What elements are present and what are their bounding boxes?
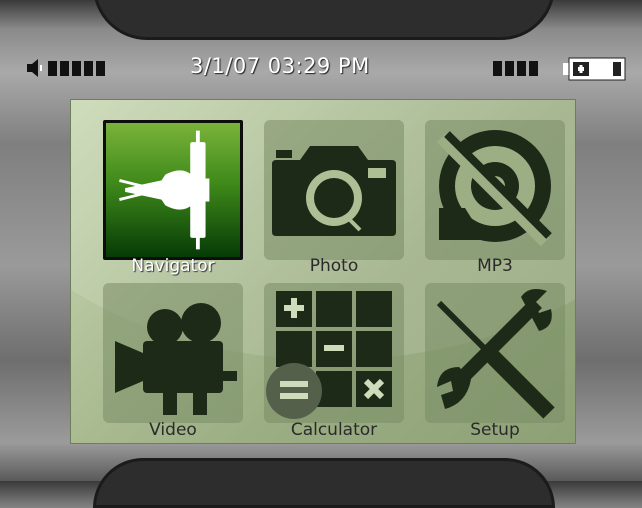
label-calculator: Calculator xyxy=(290,420,378,440)
menu-item-mp3[interactable] xyxy=(425,120,565,260)
battery-icon xyxy=(563,57,626,81)
signal-level xyxy=(493,61,538,76)
label-mp3: MP3 xyxy=(477,256,513,276)
satellite-dish-icon xyxy=(119,130,210,250)
speaker-icon xyxy=(27,59,42,77)
label-navigator: Navigator xyxy=(131,256,215,276)
label-video: Video xyxy=(149,420,197,440)
main-menu-screen: Navigator Photo MP3 Video Calculator Set… xyxy=(70,99,576,444)
label-setup: Setup xyxy=(470,420,520,440)
camera-icon xyxy=(272,146,396,236)
label-photo: Photo xyxy=(309,256,359,276)
menu-item-photo[interactable] xyxy=(264,120,404,260)
calculator-icon xyxy=(266,291,392,419)
menu-item-setup[interactable] xyxy=(425,283,565,423)
disc-muted-icon xyxy=(436,130,552,247)
volume-level xyxy=(48,61,105,76)
status-bar: 3/1/07 03:29 PM xyxy=(0,48,642,88)
menu-item-video[interactable] xyxy=(103,283,243,423)
film-camera-icon xyxy=(115,303,237,415)
device-bezel-bottom xyxy=(93,458,555,508)
menu-item-calculator[interactable] xyxy=(264,283,404,423)
datetime-display: 3/1/07 03:29 PM xyxy=(190,54,370,78)
menu-item-navigator[interactable] xyxy=(103,120,243,260)
device-bezel-top xyxy=(93,0,555,40)
wrench-screwdriver-icon xyxy=(436,289,555,419)
